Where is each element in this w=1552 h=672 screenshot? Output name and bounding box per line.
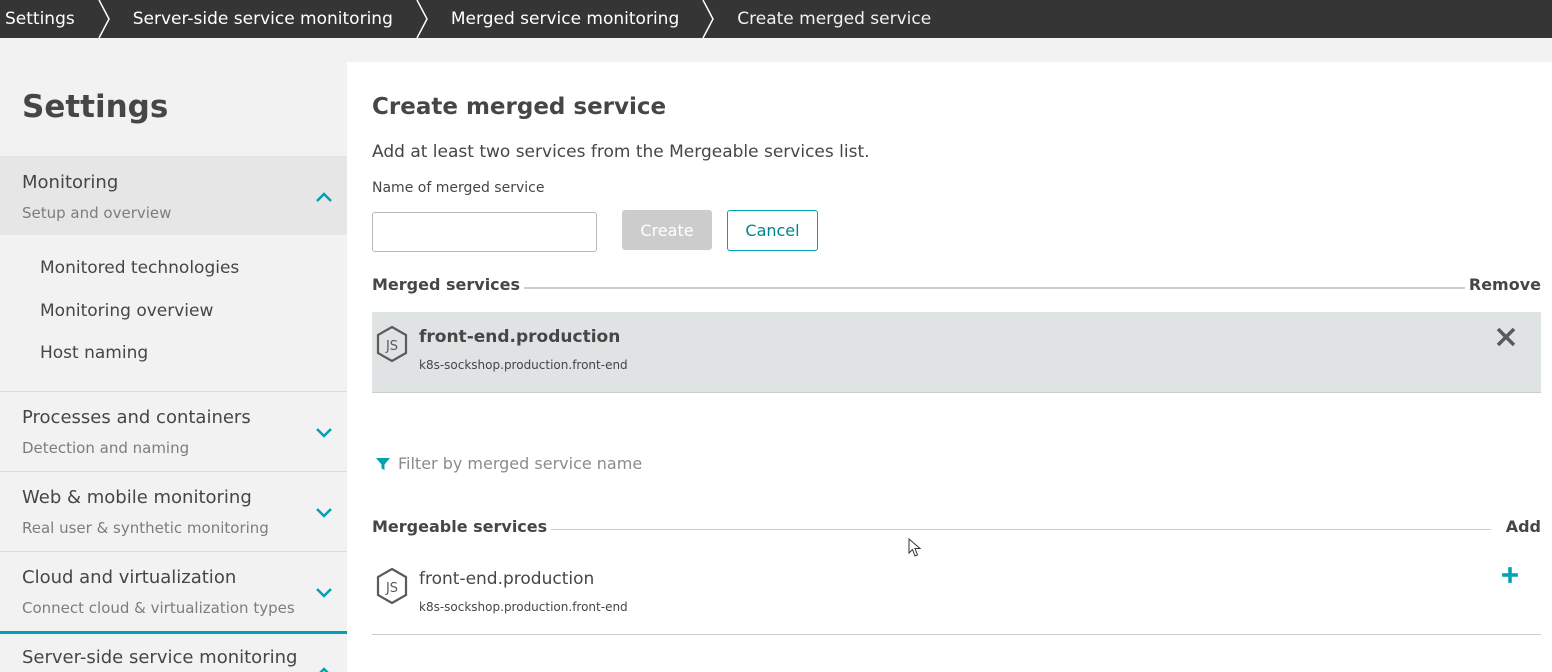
chevron-up-icon[interactable] bbox=[312, 660, 336, 672]
row-divider bbox=[372, 392, 1541, 393]
service-name: front-end.production bbox=[419, 569, 595, 589]
section-divider bbox=[532, 529, 1491, 530]
filter-placeholder: Filter by merged service name bbox=[398, 454, 643, 473]
sidebar-item-monitoring-overview[interactable]: Monitoring overview bbox=[40, 301, 213, 321]
breadcrumb-separator-icon bbox=[702, 0, 715, 38]
cancel-button[interactable]: Cancel bbox=[727, 210, 818, 251]
mergeable-service-row: JS front-end.production k8s-sockshop.pro… bbox=[372, 554, 1541, 634]
filter-icon bbox=[376, 457, 390, 470]
sidebar-group-subtitle: Setup and overview bbox=[22, 204, 172, 222]
add-column-header: Add bbox=[1501, 517, 1541, 536]
mouse-cursor-icon bbox=[908, 538, 922, 557]
chevron-up-icon[interactable] bbox=[312, 185, 336, 209]
breadcrumb: Settings Server-side service monitoring … bbox=[0, 0, 1552, 38]
sidebar-group-title: Processes and containers bbox=[22, 407, 251, 428]
filter-field[interactable]: Filter by merged service name bbox=[375, 454, 642, 473]
sidebar-group-title: Web & mobile monitoring bbox=[22, 487, 252, 508]
chevron-down-icon[interactable] bbox=[312, 500, 336, 524]
service-identifier: k8s-sockshop.production.front-end bbox=[419, 358, 628, 372]
breadcrumb-separator-icon bbox=[416, 0, 428, 38]
settings-sidebar: Settings Monitoring Setup and overview M… bbox=[0, 62, 347, 672]
section-divider bbox=[502, 287, 1471, 289]
service-name: front-end.production bbox=[419, 327, 621, 347]
svg-text:JS: JS bbox=[385, 581, 398, 596]
merged-services-title: Merged services bbox=[372, 275, 525, 294]
sidebar-group-cloud[interactable]: Cloud and virtualization Connect cloud &… bbox=[0, 552, 347, 632]
breadcrumb-item-merged-monitoring[interactable]: Merged service monitoring bbox=[429, 0, 701, 38]
sidebar-item-host-naming[interactable]: Host naming bbox=[40, 343, 148, 363]
plus-icon[interactable] bbox=[1499, 564, 1521, 586]
breadcrumb-item-server-side[interactable]: Server-side service monitoring bbox=[111, 0, 415, 38]
sidebar-group-title: Monitoring bbox=[22, 172, 119, 193]
sidebar-item-monitored-technologies[interactable]: Monitored technologies bbox=[40, 258, 239, 278]
merged-services-header: Merged services Remove bbox=[372, 275, 1541, 299]
sidebar-group-title: Cloud and virtualization bbox=[22, 567, 237, 588]
nodejs-icon: JS bbox=[376, 325, 408, 363]
sidebar-group-monitoring[interactable]: Monitoring Setup and overview bbox=[0, 156, 347, 235]
row-divider bbox=[372, 634, 1541, 635]
create-button[interactable]: Create bbox=[622, 210, 712, 250]
merged-service-row: JS front-end.production k8s-sockshop.pro… bbox=[372, 312, 1541, 392]
sidebar-group-title: Server-side service monitoring bbox=[22, 647, 298, 668]
sidebar-group-processes[interactable]: Processes and containers Detection and n… bbox=[0, 392, 347, 472]
page-title: Create merged service bbox=[372, 94, 667, 120]
main-content: Create merged service Add at least two s… bbox=[347, 62, 1552, 672]
remove-column-header: Remove bbox=[1464, 275, 1541, 294]
sidebar-group-subtitle: Connect cloud & virtualization types bbox=[22, 599, 295, 617]
breadcrumb-separator-icon bbox=[98, 0, 110, 38]
breadcrumb-item-settings[interactable]: Settings bbox=[0, 0, 97, 38]
sidebar-group-web-mobile[interactable]: Web & mobile monitoring Real user & synt… bbox=[0, 472, 347, 552]
close-icon[interactable] bbox=[1492, 323, 1520, 351]
chevron-down-icon[interactable] bbox=[312, 420, 336, 444]
merged-service-name-input[interactable] bbox=[372, 212, 597, 252]
mergeable-services-header: Mergeable services Add bbox=[372, 517, 1541, 541]
mergeable-services-title: Mergeable services bbox=[372, 517, 552, 536]
service-identifier: k8s-sockshop.production.front-end bbox=[419, 600, 628, 614]
chevron-down-icon[interactable] bbox=[312, 580, 336, 604]
sidebar-group-server-side[interactable]: Server-side service monitoring bbox=[0, 634, 347, 672]
breadcrumb-item-current: Create merged service bbox=[737, 9, 932, 29]
sidebar-title: Settings bbox=[22, 89, 169, 125]
merged-service-name-label: Name of merged service bbox=[372, 180, 545, 196]
sidebar-group-subtitle: Real user & synthetic monitoring bbox=[22, 519, 269, 537]
svg-text:JS: JS bbox=[385, 339, 398, 354]
sidebar-group-subtitle: Detection and naming bbox=[22, 439, 190, 457]
nodejs-icon: JS bbox=[376, 567, 408, 605]
page-description: Add at least two services from the Merge… bbox=[372, 142, 870, 162]
